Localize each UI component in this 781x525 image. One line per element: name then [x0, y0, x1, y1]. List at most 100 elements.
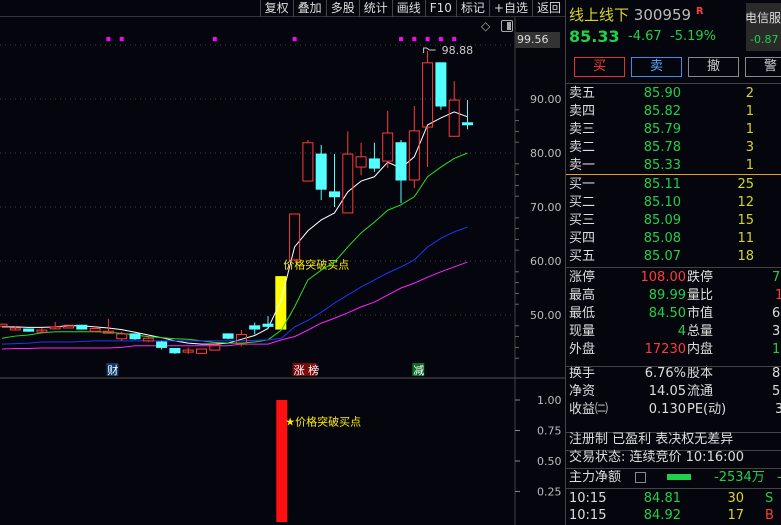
lower-tick-label: 0.25 [537, 486, 562, 499]
candle-body [49, 326, 61, 330]
candle-body [395, 142, 407, 181]
bid-row[interactable]: 买三 85.09 15 [569, 212, 781, 230]
level-price: 85.11 [643, 177, 681, 192]
cancel-order-button[interactable]: 撤 [688, 57, 739, 77]
price-change-pct: -5.19% [670, 29, 716, 44]
ask-row[interactable]: 卖一 85.33 1 [569, 157, 781, 175]
candle-body [315, 153, 327, 190]
stock-tags: 注册制 已盈利 表决权无差异 [569, 432, 734, 447]
toolbar-f10[interactable]: F10 [424, 0, 456, 17]
candle [129, 333, 141, 340]
level-label: 卖一 [569, 158, 596, 173]
stock-flag: R [695, 6, 704, 17]
stat-label: 收益㈡ [569, 402, 609, 417]
candle-body [76, 324, 88, 330]
toolbar-back[interactable]: 返回 [531, 0, 565, 17]
price-change: -4.67 [628, 29, 662, 44]
sell-button[interactable]: 卖 [631, 57, 682, 77]
toolbar-restore-rights[interactable]: 复权 [259, 0, 293, 17]
candle [355, 142, 367, 176]
candle [249, 322, 261, 335]
level-label: 卖二 [569, 140, 596, 155]
candle [0, 323, 8, 327]
level-qty: 1 [745, 158, 754, 173]
kline-chart[interactable]: 90.0080.0070.0060.0050.00价格突破买点98.88财涨 榜… [0, 17, 565, 525]
tick-row: 10:15 84.92 17 B [569, 507, 781, 525]
stat-value: 17230 [644, 342, 686, 357]
stat-row: 涨停 108.00 跌停 72. [569, 269, 781, 287]
stat-row: 最高 89.99 量比 1 [569, 287, 781, 305]
candle [23, 328, 35, 332]
level-price: 85.33 [643, 158, 681, 173]
stat-label: 外盘 [569, 342, 596, 357]
stat-label: 市值 [687, 306, 714, 321]
stat-label: 内盘 [687, 342, 714, 357]
toolbar-statistics[interactable]: 统计 [358, 0, 392, 17]
alert-button[interactable]: 警 [745, 57, 781, 77]
bid-row[interactable]: 买四 85.08 11 [569, 230, 781, 248]
signal-bar [275, 276, 287, 330]
lower-tick-label: 0.50 [537, 455, 562, 468]
bid-row[interactable]: 买二 85.10 12 [569, 194, 781, 212]
stat-row: 现量 4 总量 354 [569, 323, 781, 341]
toolbar-overlay[interactable]: 叠加 [292, 0, 326, 17]
candle-body [63, 324, 74, 329]
candle-body [142, 337, 154, 342]
ask-row[interactable]: 卖二 85.78 3 [569, 139, 781, 157]
candle [422, 51, 434, 168]
event-marker: 涨 榜 [294, 363, 320, 377]
candle [395, 140, 407, 204]
sector-name: 电信服 [745, 11, 781, 25]
buy-button[interactable]: 买 [574, 57, 625, 77]
level-qty: 1 [745, 104, 754, 119]
sector-pct: -0.87 [750, 33, 779, 46]
tick-time: 10:15 [569, 508, 607, 523]
list-icon[interactable] [635, 472, 646, 483]
candle-body [448, 99, 460, 137]
candle [76, 324, 88, 330]
level-price: 85.82 [643, 104, 681, 119]
stat-value: 108.00 [640, 270, 687, 285]
main-flow-bar [667, 474, 691, 480]
candle [342, 131, 354, 214]
stat-value: 68.6 [772, 306, 781, 321]
ask-row[interactable]: 卖三 85.79 1 [569, 121, 781, 139]
candle-body [249, 325, 261, 330]
ask-row[interactable]: 卖四 85.82 1 [569, 103, 781, 121]
level-price: 85.09 [643, 213, 681, 228]
diamond-icon[interactable]: ◇ [481, 19, 490, 33]
candle-body [302, 142, 314, 182]
toolbar-mark[interactable]: 标记 [455, 0, 489, 17]
level-qty: 2 [745, 86, 754, 101]
stat-label: 最高 [569, 288, 596, 303]
candle [49, 322, 61, 330]
lower-tick-label: 0.75 [537, 425, 562, 438]
toolbar-draw-line[interactable]: 画线 [391, 0, 425, 17]
level-label: 买二 [569, 195, 596, 210]
signal-dot [452, 37, 457, 41]
toolbar-add-watchlist[interactable]: +自选 [488, 0, 532, 17]
level-label: 卖五 [569, 86, 596, 101]
ask-row[interactable]: 卖五 85.90 2 [569, 85, 781, 103]
signal-dot [399, 37, 403, 41]
candle-body [382, 132, 394, 162]
signal-dot [119, 37, 124, 41]
candle [196, 348, 207, 354]
candle [435, 62, 447, 110]
candle [315, 144, 327, 200]
signal-dot [425, 37, 430, 41]
top-price-label: 99.56 [515, 32, 560, 48]
level-qty: 11 [737, 231, 754, 246]
tick-side: B [765, 508, 774, 523]
sector-box[interactable]: 电信服 -0.87 [745, 3, 781, 51]
bid-row[interactable]: 买一 85.11 25 [569, 176, 781, 194]
stat-value: 0.130 [648, 402, 686, 417]
panel-toggle-icon[interactable] [501, 20, 513, 32]
event-marker: 财 [107, 363, 118, 377]
level-price: 85.79 [643, 122, 681, 137]
candle [63, 324, 74, 329]
stat-value: 8037 [772, 366, 781, 381]
tick-price: 84.92 [643, 508, 681, 523]
bid-row[interactable]: 买五 85.07 18 [569, 248, 781, 266]
toolbar-multi-stock[interactable]: 多股 [325, 0, 359, 17]
